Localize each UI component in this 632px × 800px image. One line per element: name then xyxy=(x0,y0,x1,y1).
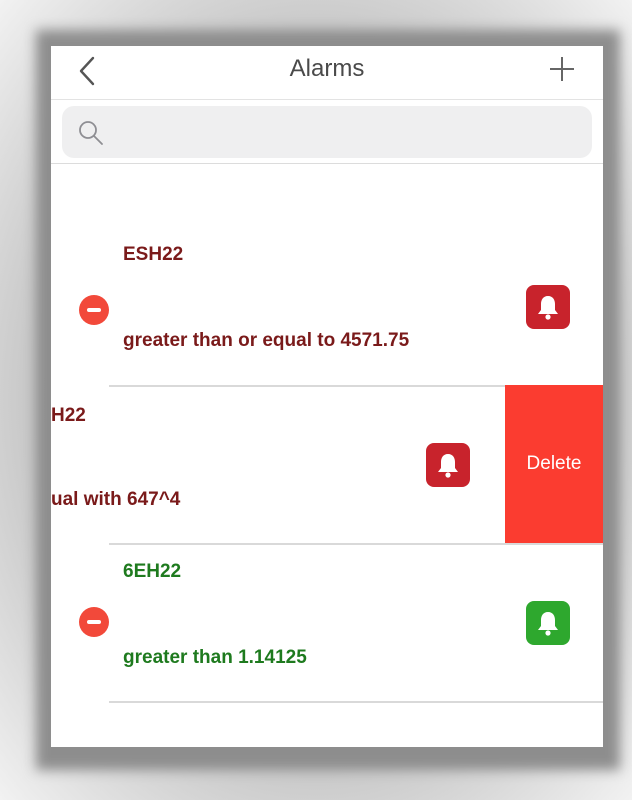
bell-icon xyxy=(538,296,558,320)
row-divider xyxy=(109,701,603,703)
navigation-bar: Alarms xyxy=(51,46,603,100)
delete-toggle-button[interactable] xyxy=(79,295,109,325)
add-alarm-button[interactable] xyxy=(547,54,577,84)
alarm-row[interactable]: ESH22 greater than or equal to 4571.75 xyxy=(51,164,603,387)
alarm-condition: greater than or equal to 4571.75 xyxy=(123,330,410,351)
alarm-bell-button[interactable] xyxy=(426,443,470,487)
alarm-bell-button[interactable] xyxy=(526,601,570,645)
plus-icon xyxy=(550,57,574,81)
alarm-condition: ual with 647^4 xyxy=(51,489,181,510)
alarm-symbol: ESH22 xyxy=(123,244,184,265)
alarm-symbol: H22 xyxy=(51,405,86,426)
delete-button[interactable]: Delete xyxy=(505,385,603,543)
alarm-condition: greater than 1.14125 xyxy=(123,647,307,668)
delete-toggle-button[interactable] xyxy=(79,607,109,637)
alarm-bell-button[interactable] xyxy=(526,285,570,329)
bell-icon xyxy=(538,612,558,636)
search-input[interactable] xyxy=(112,116,572,148)
alarms-screen: Alarms ESH22 greater than or equal to 45… xyxy=(51,46,603,747)
alarm-row[interactable]: 6EH22 greater than 1.14125 xyxy=(51,545,603,701)
alarm-symbol: 6EH22 xyxy=(123,561,182,582)
search-icon xyxy=(79,121,103,145)
page-title: Alarms xyxy=(289,55,365,82)
search-bar xyxy=(51,100,603,164)
search-field[interactable] xyxy=(62,106,592,158)
bell-icon xyxy=(438,454,458,478)
